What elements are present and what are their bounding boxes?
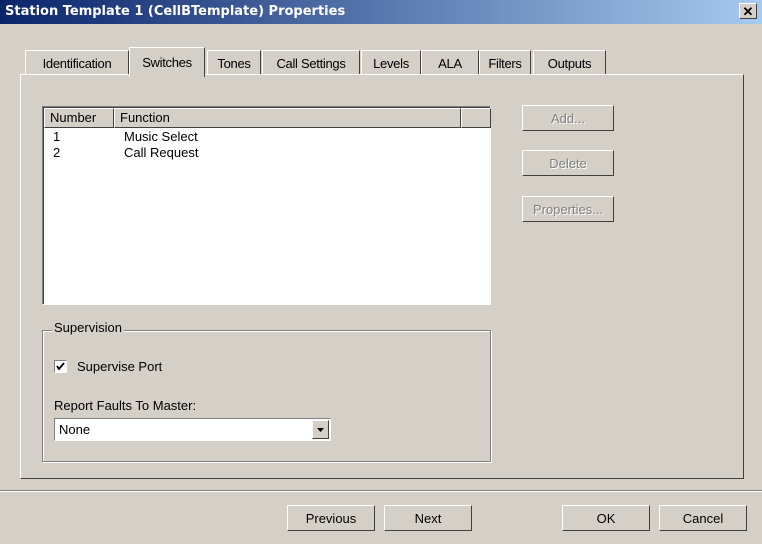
tab-identification[interactable]: Identification	[25, 50, 129, 75]
close-button[interactable]: ✕	[739, 3, 757, 19]
close-icon: ✕	[742, 3, 754, 19]
cancel-button[interactable]: Cancel	[659, 505, 747, 531]
tab-label: Filters	[488, 55, 522, 71]
tab-label: Outputs	[547, 55, 592, 71]
next-button[interactable]: Next	[384, 505, 472, 531]
tab-call-settings[interactable]: Call Settings	[262, 50, 360, 75]
title-bar: Station Template 1 (CellBTemplate) Prope…	[0, 0, 762, 24]
tab-switches[interactable]: Switches	[129, 47, 205, 77]
tab-levels[interactable]: Levels	[361, 50, 421, 75]
tab-tones[interactable]: Tones	[207, 50, 261, 75]
tab-panel	[20, 74, 744, 479]
tab-label: Identification	[42, 55, 112, 71]
tab-label: Tones	[217, 55, 251, 71]
tab-ala[interactable]: ALA	[421, 50, 479, 75]
footer-separator	[0, 490, 762, 492]
tab-label: Switches	[142, 55, 192, 70]
tab-label: ALA	[438, 55, 462, 71]
ok-button[interactable]: OK	[562, 505, 650, 531]
previous-button[interactable]: Previous	[287, 505, 375, 531]
tab-outputs[interactable]: Outputs	[533, 50, 606, 75]
window-title: Station Template 1 (CellBTemplate) Prope…	[5, 4, 346, 19]
tab-filters[interactable]: Filters	[479, 50, 531, 75]
tab-label: Call Settings	[276, 55, 346, 71]
tab-label: Levels	[373, 55, 409, 71]
